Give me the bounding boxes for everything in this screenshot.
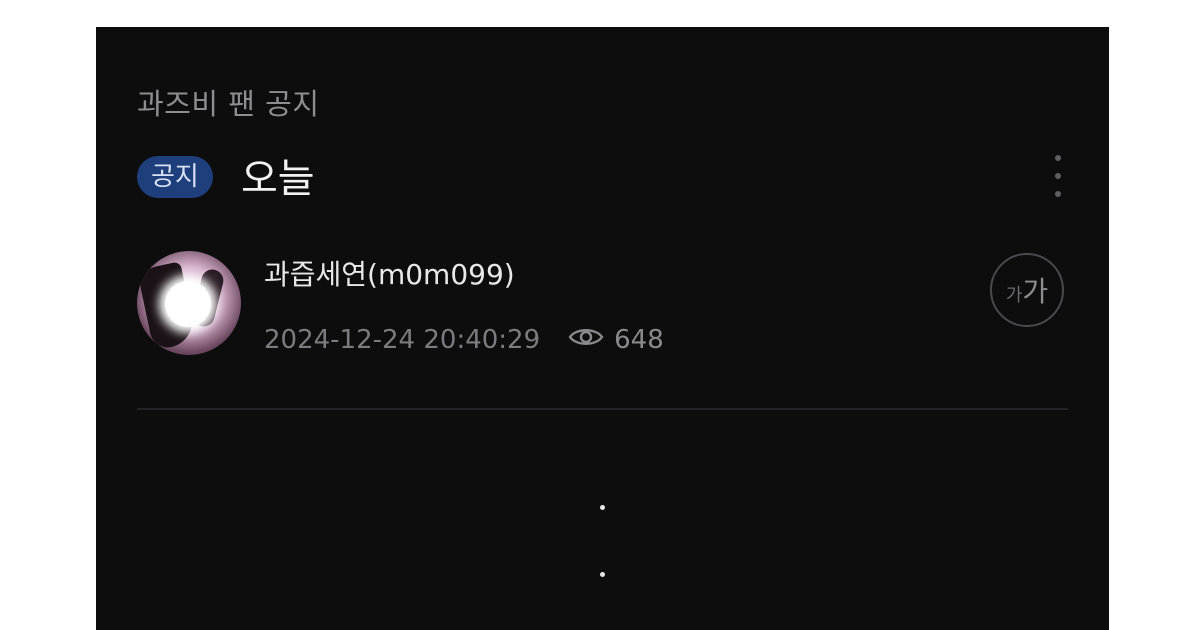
author-avatar[interactable]: [137, 251, 241, 355]
post-view-panel: 과즈비 팬 공지 공지 오늘 과즙세연(m0m099) 2024-12-24 2…: [96, 27, 1109, 630]
eye-icon: [568, 325, 604, 355]
body-line: [600, 505, 605, 510]
body-line: [600, 572, 605, 577]
author-name[interactable]: 과즙세연(m0m099): [264, 253, 515, 293]
divider: [137, 408, 1068, 410]
post-title: 오늘: [241, 156, 315, 202]
font-size-large-label: 가: [1022, 275, 1049, 308]
post-meta: 2024-12-24 20:40:29 648: [264, 325, 664, 355]
font-size-button[interactable]: 가 가: [990, 253, 1064, 327]
notice-badge: 공지: [137, 156, 213, 198]
font-size-small-label: 가: [1005, 285, 1023, 306]
post-datetime: 2024-12-24 20:40:29: [264, 325, 541, 355]
view-count: 648: [614, 325, 664, 355]
more-vertical-icon[interactable]: [1046, 153, 1070, 199]
board-name[interactable]: 과즈비 팬 공지: [137, 81, 320, 123]
